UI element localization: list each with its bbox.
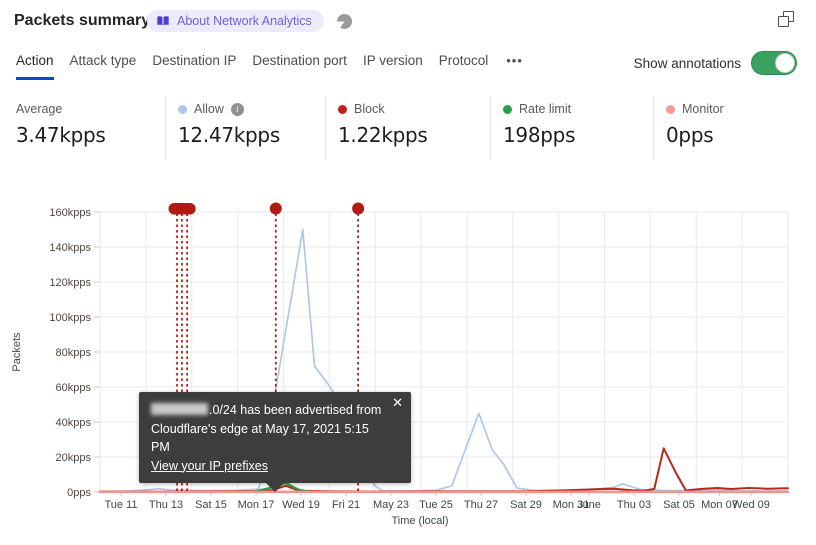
x-tick-label: Fri 21 — [332, 499, 360, 511]
stat-header: Average — [16, 100, 165, 118]
y-tick-label: 100kpps — [49, 312, 91, 324]
x-tick-label: Sat 05 — [663, 499, 695, 511]
stats-row: Average 3.47kpps Allow i 12.47kpps Block 1.22k… — [0, 96, 816, 160]
x-tick-label: Tue 25 — [419, 499, 453, 511]
stat-value: 1.22kpps — [338, 123, 428, 147]
x-axis-title: Time (local) — [391, 515, 448, 527]
annotation-cluster-marker[interactable] — [168, 203, 196, 215]
y-axis-title: Packets — [11, 332, 23, 372]
annotation-marker[interactable] — [269, 202, 282, 215]
annotation-marker[interactable] — [352, 202, 365, 215]
x-tick-label: Wed 09 — [732, 499, 770, 511]
stat-header: Block — [338, 100, 490, 118]
stat-value: 0pps — [666, 123, 714, 147]
copy-icon-front-square — [778, 16, 789, 27]
rate-limit-series-dot — [503, 104, 512, 114]
page-title: Packets summary — [14, 12, 151, 29]
y-tick-label: 0pps — [67, 487, 91, 499]
tab-attack-type[interactable]: Attack type — [70, 53, 137, 77]
tab-protocol[interactable]: Protocol — [439, 53, 489, 77]
y-tick-label: 120kpps — [49, 277, 91, 289]
annotation-tooltip: ✕ .0/24 has been advertised from Cloudfl… — [139, 392, 411, 492]
packets-summary-panel: Packets summary About Network Analytics … — [0, 0, 816, 545]
stat-header: Monitor — [666, 100, 816, 118]
x-tick-label: Mon 17 — [238, 499, 275, 511]
y-tick-label: 60kpps — [56, 382, 92, 394]
stat-label: Average — [16, 102, 63, 116]
tab-list: Action Attack type Destination IP Destinati… — [16, 53, 525, 80]
allow-series-dot — [178, 104, 187, 114]
copy-panel-icon[interactable] — [778, 11, 794, 27]
y-tick-label: 80kpps — [56, 347, 92, 359]
badge-label: About Network Analytics — [177, 14, 312, 28]
show-annotations-label: Show annotations — [633, 55, 741, 71]
stat-rate-limit: Rate limit 198pps — [490, 96, 653, 160]
x-tick-label: Sat 15 — [195, 499, 227, 511]
tab-destination-port[interactable]: Destination port — [252, 53, 347, 77]
x-tick-label: Thu 03 — [617, 499, 651, 511]
block-series-dot — [338, 104, 347, 114]
tab-ip-version[interactable]: IP version — [363, 53, 423, 77]
stat-value: 12.47kpps — [178, 123, 280, 147]
stat-allow: Allow i 12.47kpps — [165, 96, 325, 160]
x-tick-label: May 23 — [373, 499, 409, 511]
stat-label: Rate limit — [519, 102, 572, 116]
tabs-more-button[interactable]: ••• — [504, 53, 525, 68]
stat-header: Rate limit — [503, 100, 653, 118]
stat-monitor: Monitor 0pps — [653, 96, 816, 160]
tooltip-line1: .0/24 has been advertised from — [151, 401, 385, 420]
tooltip-close-icon[interactable]: ✕ — [392, 396, 403, 410]
stat-label: Block — [354, 102, 385, 116]
y-tick-label: 20kpps — [56, 452, 92, 464]
packets-chart: 160kpps 140kpps 120kpps 100kpps 80kpps 60kpps… — [11, 202, 790, 527]
about-network-analytics-badge[interactable]: About Network Analytics — [147, 10, 324, 32]
stat-block: Block 1.22kpps — [325, 96, 490, 160]
toggle-knob — [775, 53, 795, 73]
stat-header: Allow i — [178, 100, 325, 118]
show-annotations-toggle[interactable] — [751, 51, 797, 75]
y-tick-label: 160kpps — [49, 207, 91, 219]
x-tick-label: Thu 27 — [464, 499, 498, 511]
monitor-series-dot — [666, 104, 675, 114]
tooltip-line2: Cloudflare's edge at May 17, 2021 5:15 P… — [151, 421, 369, 455]
x-tick-label: June — [577, 499, 601, 511]
show-annotations-control: Show annotations — [634, 51, 797, 75]
tab-action[interactable]: Action — [16, 53, 54, 80]
stat-label: Monitor — [682, 102, 724, 116]
x-tick-label: Tue 11 — [104, 499, 137, 511]
y-tick-label: 40kpps — [56, 417, 92, 429]
stat-value: 3.47kpps — [16, 123, 106, 147]
view-ip-prefixes-link[interactable]: View your IP prefixes — [151, 459, 268, 473]
info-icon[interactable]: i — [230, 102, 244, 116]
book-icon — [157, 15, 169, 25]
stat-label: Allow — [194, 102, 224, 116]
tab-destination-ip[interactable]: Destination IP — [152, 53, 236, 77]
x-tick-label: Sat 29 — [510, 499, 542, 511]
x-tick-label: Thu 13 — [149, 499, 183, 511]
x-tick-label: Wed 19 — [282, 499, 320, 511]
stat-value: 198pps — [503, 123, 576, 147]
pie-progress-icon — [337, 14, 352, 29]
redacted-ip-prefix — [151, 403, 208, 415]
y-tick-label: 140kpps — [49, 242, 91, 254]
stat-average: Average 3.47kpps — [0, 96, 165, 160]
